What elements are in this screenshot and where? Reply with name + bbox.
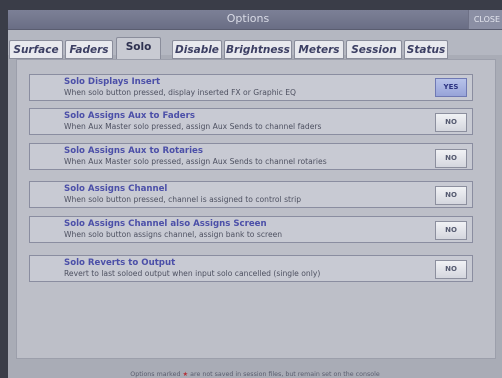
option-description: When solo button pressed, channel is ass… [64,195,302,204]
solo-assigns-aux-to-rotaries-toggle[interactable]: NO [435,149,467,168]
option-title: Solo Assigns Aux to Faders [64,111,195,121]
options-window: Options CLOSE Surface Faders Solo Disabl… [8,10,502,378]
star-icon: ★ [182,371,189,378]
solo-assigns-channel-also-assigns-screen-toggle[interactable]: NO [435,221,467,240]
solo-displays-insert-toggle[interactable]: YES [435,78,467,97]
option-title: Solo Assigns Channel [64,184,168,194]
option-title: Solo Assigns Aux to Rotaries [64,146,204,156]
tab-surface[interactable]: Surface [9,40,63,59]
option-description: Revert to last soloed output when input … [64,269,321,278]
tab-bar: Surface Faders Solo Disable Brightness M… [8,30,502,60]
title-bar: Options CLOSE [8,10,502,30]
solo-assigns-aux-to-faders-toggle[interactable]: NO [435,113,467,132]
tab-disable[interactable]: Disable [172,40,222,59]
tab-meters[interactable]: Meters [294,40,344,59]
option-solo-displays-insert: Solo Displays Insert When solo button pr… [29,74,473,101]
option-description: When Aux Master solo pressed, assign Aux… [64,157,327,166]
tab-faders[interactable]: Faders [65,40,113,59]
option-solo-assigns-channel: Solo Assigns Channel When solo button pr… [29,181,473,208]
solo-assigns-channel-toggle[interactable]: NO [435,186,467,205]
window-title: Options [226,12,270,25]
option-solo-reverts-to-output: Solo Reverts to Output Revert to last so… [29,255,473,282]
option-solo-assigns-aux-to-rotaries: Solo Assigns Aux to Rotaries When Aux Ma… [29,143,473,170]
tab-status[interactable]: Status [404,40,448,59]
footer-suffix: are not saved in session files, but rema… [190,371,380,378]
solo-reverts-to-output-toggle[interactable]: NO [435,260,467,279]
footer-prefix: Options marked [130,371,181,378]
tab-solo[interactable]: Solo [116,37,161,60]
tab-brightness[interactable]: Brightness [224,40,292,59]
option-description: When solo button assigns channel, assign… [64,230,283,239]
option-solo-assigns-aux-to-faders: Solo Assigns Aux to Faders When Aux Mast… [29,108,473,135]
option-solo-assigns-channel-also-assigns-screen: Solo Assigns Channel also Assigns Screen… [29,216,473,243]
option-title: Solo Assigns Channel also Assigns Screen [64,219,267,229]
option-description: When solo button pressed, display insert… [64,88,296,97]
tab-session[interactable]: Session [346,40,402,59]
option-title: Solo Reverts to Output [64,258,176,268]
close-button[interactable]: CLOSE [468,10,502,29]
option-title: Solo Displays Insert [64,77,161,87]
option-description: When Aux Master solo pressed, assign Aux… [64,122,322,131]
footer-note: Options marked ★ are not saved in sessio… [8,371,502,378]
solo-options-panel [16,59,496,359]
